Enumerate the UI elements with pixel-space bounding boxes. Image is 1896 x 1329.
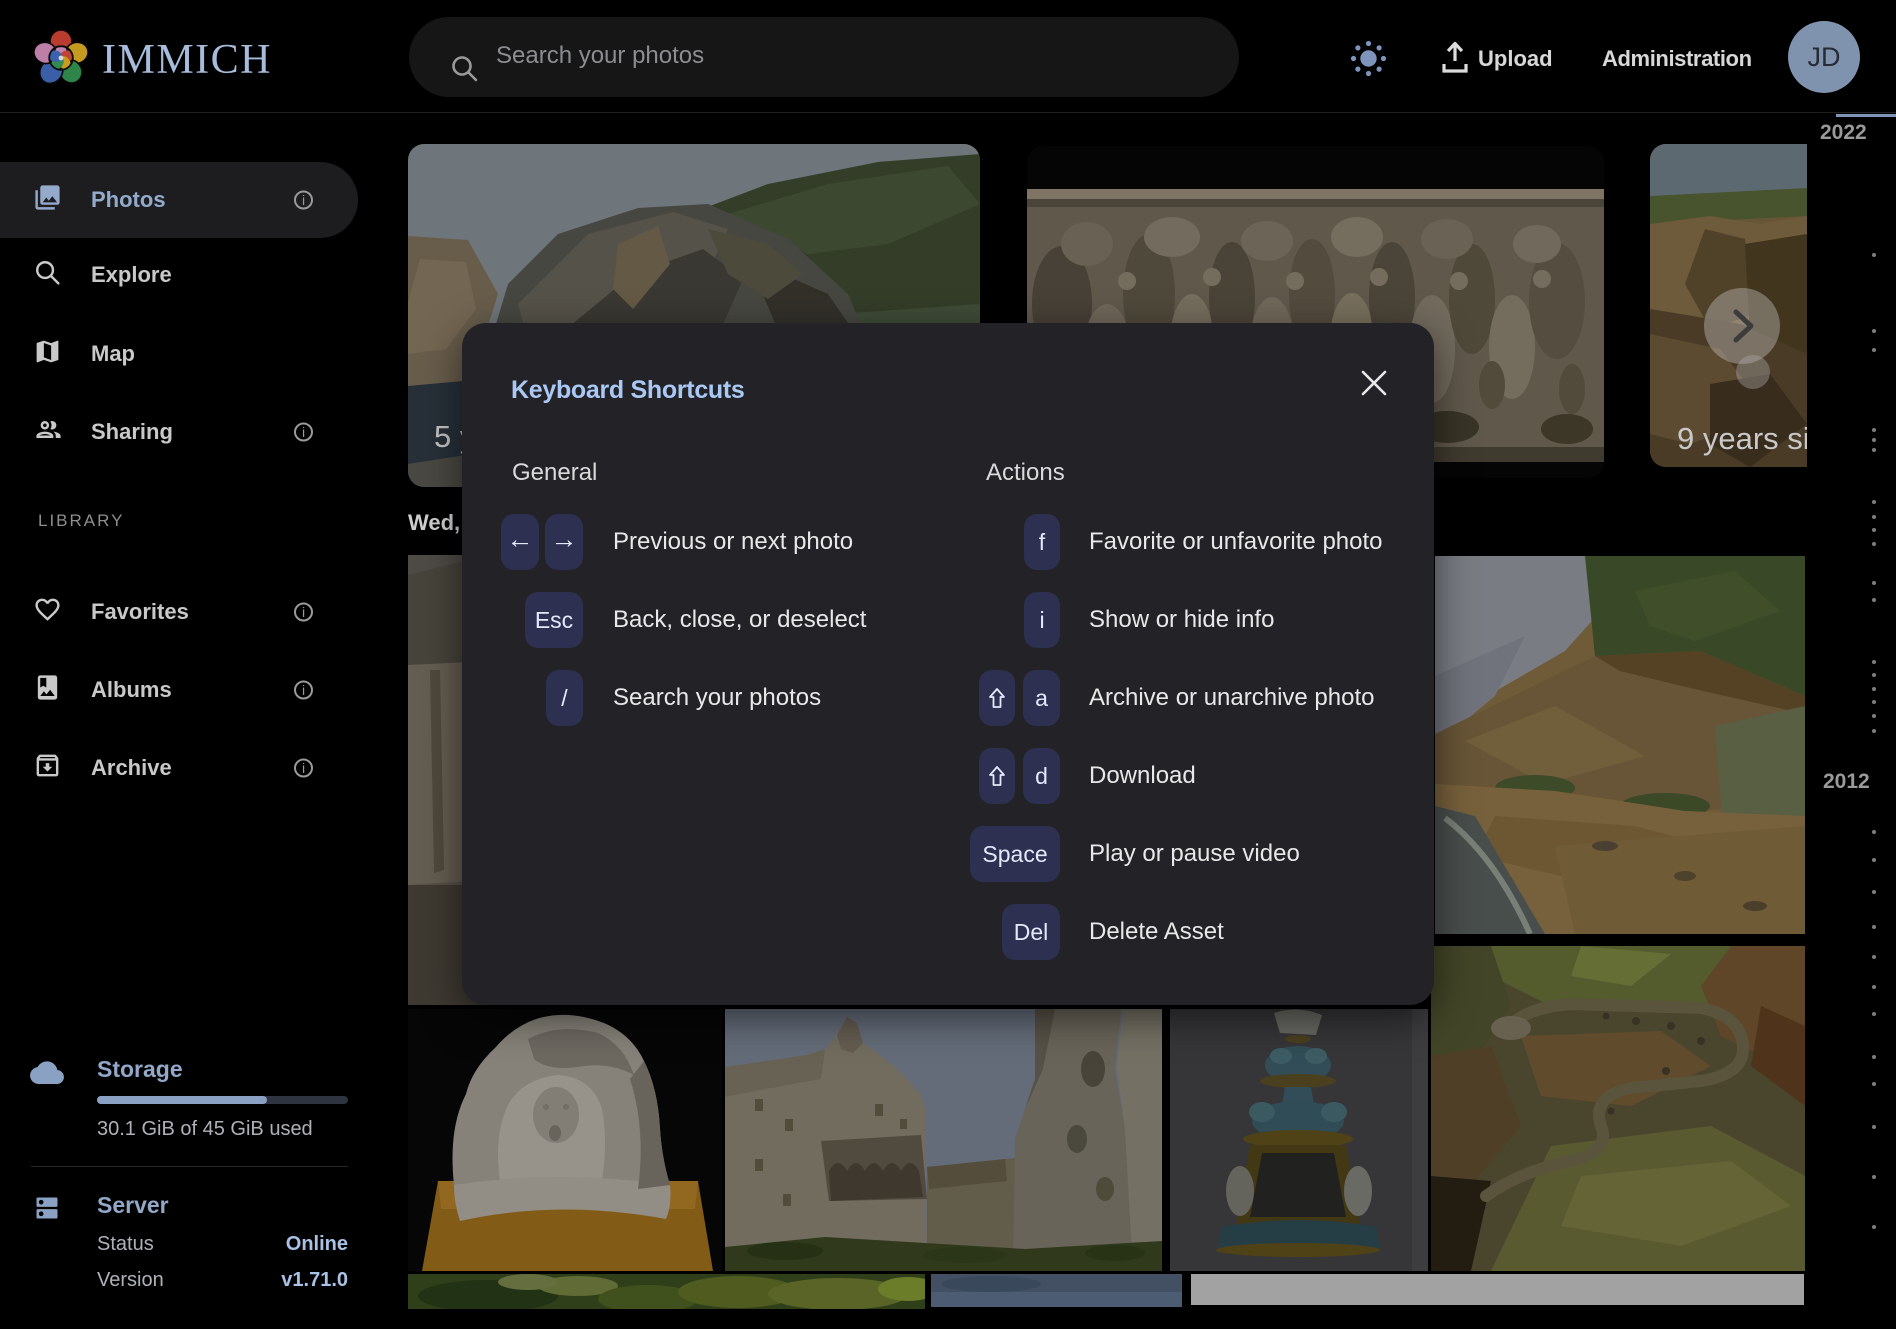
svg-text:9 years sin: 9 years sin bbox=[1677, 421, 1807, 456]
